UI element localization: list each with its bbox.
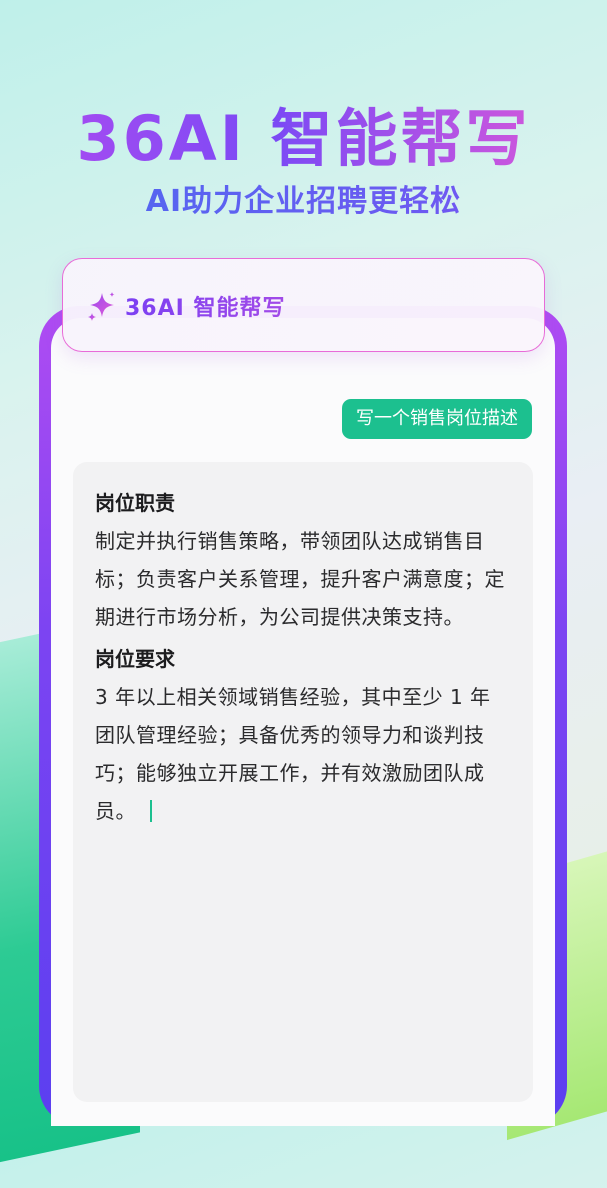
app-header-card: 36AI 智能帮写 — [62, 258, 545, 352]
app-brand-label: 36AI 智能帮写 — [125, 290, 286, 322]
requirements-text: 3 年以上相关领域销售经验，其中至少 1 年团队管理经验；具备优秀的领导力和谈判… — [95, 685, 491, 823]
hero-title: 36AI 智能帮写 — [0, 88, 607, 178]
section-body-requirements: 3 年以上相关领域销售经验，其中至少 1 年团队管理经验；具备优秀的领导力和谈判… — [95, 678, 511, 830]
hero-subtitle: AI助力企业招聘更轻松 — [0, 176, 607, 220]
section-title-duties: 岗位职责 — [95, 491, 175, 515]
ai-answer-card: 岗位职责 制定并执行销售策略，带领团队达成销售目标；负责客户关系管理，提升客户满… — [73, 462, 533, 1102]
section-title-requirements: 岗位要求 — [95, 647, 175, 671]
section-body-duties: 制定并执行销售策略，带领团队达成销售目标；负责客户关系管理，提升客户满意度；定期… — [95, 529, 505, 629]
user-prompt-bubble[interactable]: 写一个销售岗位描述 — [342, 399, 532, 439]
text-cursor — [150, 800, 152, 822]
sparkle-icon — [88, 292, 115, 321]
